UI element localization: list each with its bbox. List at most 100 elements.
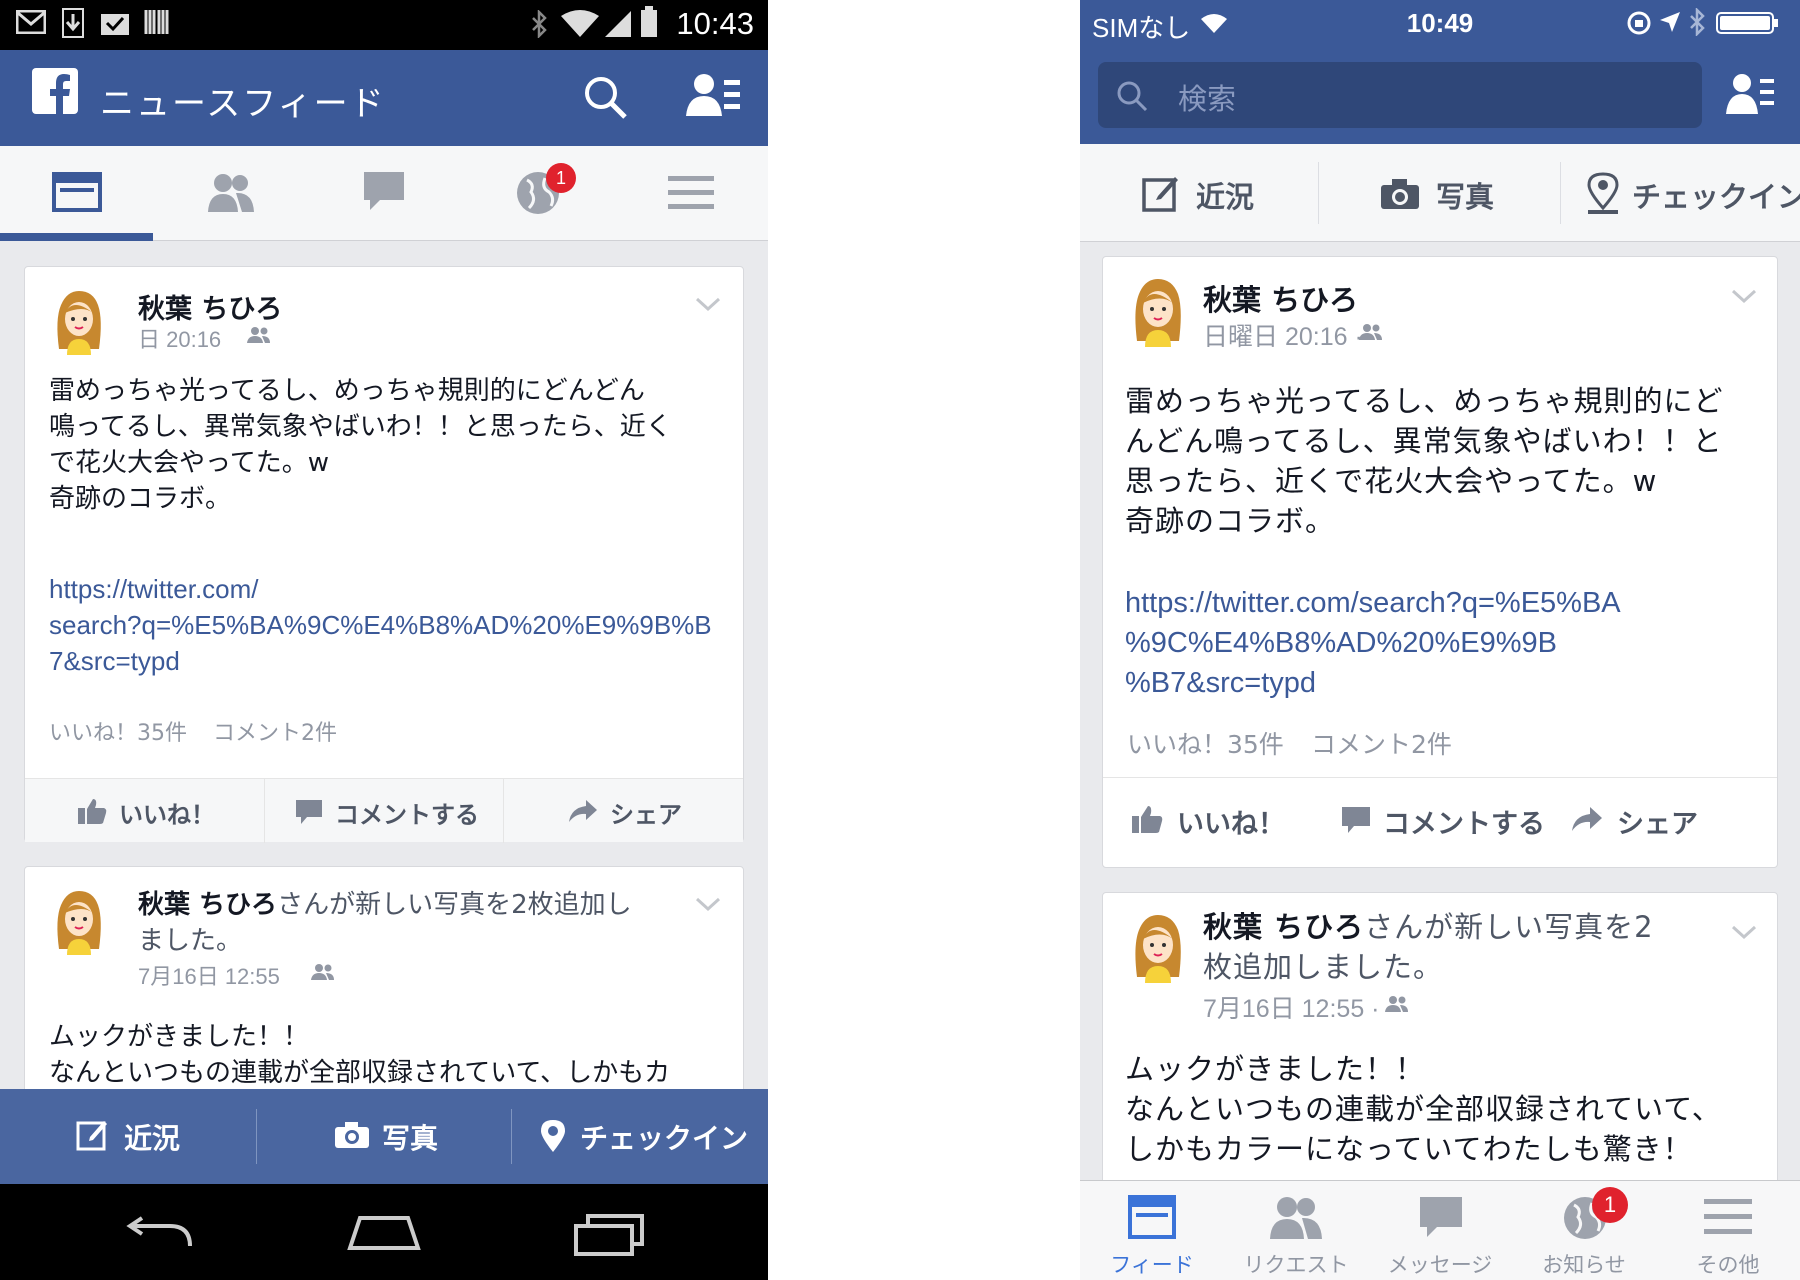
android-status-bar: 10:43: [0, 0, 768, 50]
friends-icon: [1270, 1197, 1322, 1239]
post-timestamp[interactable]: 7月16日 12:55 ·: [1203, 989, 1380, 1025]
notification-badge: 1: [1592, 1187, 1628, 1223]
battery-icon: [1716, 12, 1778, 34]
post-headline: 秋葉 ちひろさんが新しい写真を2 枚追加しました。: [1203, 907, 1654, 987]
post-author-name[interactable]: 秋葉 ちひろ: [138, 287, 282, 326]
friends-audience-icon: [1385, 996, 1408, 1012]
composer-bar: 近況 写真 チェックイン: [1080, 144, 1800, 242]
barcode-icon: [144, 10, 169, 34]
search-placeholder: 検索: [1178, 82, 1237, 116]
chevron-down-icon[interactable]: [1731, 289, 1757, 305]
tab-feed-label: フィード: [1110, 1253, 1194, 1277]
like-label: いいね！: [1177, 809, 1285, 840]
recent-apps-icon[interactable]: [574, 1212, 646, 1256]
orientation-lock-icon: [1627, 11, 1651, 35]
post-link-line[interactable]: search?q=%E5%BA%9C%E4%B8%AD%20%E9%9B%B: [49, 607, 712, 643]
post-headline-text: 枚追加しました。: [1203, 950, 1444, 984]
hamburger-menu-icon: [1704, 1199, 1752, 1234]
post-text-line: 雷めっちゃ光ってるし、めっちゃ規則的にど: [1125, 384, 1724, 418]
chevron-down-icon[interactable]: [1731, 925, 1757, 941]
share-label: シェア: [610, 801, 682, 829]
post-headline-text: ました。: [138, 926, 243, 956]
post-link-line[interactable]: %9C%E4%B8%AD%20%E9%9B: [1125, 623, 1621, 663]
comment-count[interactable]: コメント2件: [1311, 725, 1452, 761]
comment-button[interactable]: コメントする: [264, 779, 503, 843]
status-update-label: 近況: [1196, 180, 1255, 214]
ios-tab-bar: フィード リクエスト メッセージ 1 お知らせ その他: [1080, 1180, 1800, 1280]
search-icon[interactable]: [582, 74, 628, 120]
tab-notifications[interactable]: 1 お知らせ: [1512, 1181, 1656, 1280]
post-action-bar: いいね！ コメントする シェア: [1103, 777, 1777, 867]
tab-more-label: その他: [1696, 1253, 1760, 1277]
comment-icon: [296, 800, 322, 824]
post-author-name[interactable]: 秋葉 ちひろ: [138, 890, 277, 920]
task-icon: [101, 14, 129, 35]
author-avatar[interactable]: [1131, 913, 1185, 983]
post-link-line[interactable]: 7&src=typd: [49, 643, 712, 679]
wifi-icon: [561, 10, 599, 37]
tab-menu[interactable]: [612, 146, 765, 241]
chevron-down-icon[interactable]: [695, 897, 721, 913]
post-body: ムックがきました！！ なんといつもの連載が全部収録されていて、しかもカ: [49, 1019, 670, 1091]
tab-news-feed[interactable]: [0, 146, 153, 241]
author-avatar[interactable]: [53, 889, 105, 955]
like-count[interactable]: いいね！35件: [1127, 725, 1284, 761]
location-pin-icon: [541, 1120, 565, 1152]
android-tab-bar: 1: [0, 146, 768, 241]
like-count[interactable]: いいね！35件: [49, 715, 187, 747]
share-button[interactable]: シェア: [503, 779, 742, 843]
android-composer-bar: 近況 写真 チェックイン: [0, 1089, 768, 1184]
android-app-header: ニュースフィード: [0, 50, 768, 146]
post-link[interactable]: https://twitter.com/search?q=%E5%BA %9C%…: [1125, 583, 1621, 703]
post-text-line: ムックがきました！！: [49, 1022, 310, 1052]
post-link[interactable]: https://twitter.com/ search?q=%E5%BA%9C%…: [49, 571, 712, 679]
android-screen: 10:43 ニュースフィード 1 秋葉 ちひろ 日 20:16 雷めっちゃ光って…: [0, 0, 768, 1280]
divider: [1318, 162, 1319, 224]
back-icon[interactable]: [124, 1216, 194, 1252]
post-body: 雷めっちゃ光ってるし、めっちゃ規則的にどんどん 鳴ってるし、異常気象やばいわ！！…: [49, 373, 672, 517]
hamburger-menu-icon: [668, 176, 714, 209]
home-icon[interactable]: [346, 1214, 422, 1254]
post-link-line[interactable]: https://twitter.com/: [49, 571, 712, 607]
tab-messages[interactable]: [306, 146, 459, 241]
friend-requests-icon[interactable]: [686, 72, 742, 118]
thumbs-up-icon: [78, 799, 107, 824]
divider: [511, 1109, 512, 1164]
post-timestamp[interactable]: 日 20:16: [138, 322, 221, 354]
tab-requests[interactable]: リクエスト: [1224, 1181, 1368, 1280]
location-arrow-icon: [1660, 12, 1680, 32]
post-text-line: 思ったら、近くで花火大会やってた。w: [1125, 464, 1658, 498]
news-feed-icon: [1128, 1195, 1176, 1239]
post-link-line[interactable]: https://twitter.com/search?q=%E5%BA: [1125, 583, 1621, 623]
tab-friend-requests[interactable]: [153, 146, 306, 241]
post-card: 秋葉 ちひろ 日 20:16 雷めっちゃ光ってるし、めっちゃ規則的にどんどん 鳴…: [24, 266, 744, 843]
post-link-line[interactable]: %B7&src=typd: [1125, 663, 1621, 703]
post-body: ムックがきました！！ なんといつもの連載が全部収録されていて、 しかもカラーにな…: [1125, 1049, 1722, 1169]
tab-notifications[interactable]: 1: [459, 146, 612, 241]
tab-messages[interactable]: メッセージ: [1368, 1181, 1512, 1280]
battery-icon: [641, 6, 657, 37]
post-text-line: なんといつもの連載が全部収録されていて、: [1125, 1092, 1722, 1126]
tab-feed[interactable]: フィード: [1080, 1181, 1224, 1280]
author-avatar[interactable]: [1131, 277, 1185, 347]
post-author-name[interactable]: 秋葉 ちひろ: [1203, 277, 1358, 319]
tab-notifications-label: お知らせ: [1542, 1253, 1626, 1277]
tab-requests-label: リクエスト: [1243, 1253, 1349, 1277]
friend-requests-icon[interactable]: [1726, 72, 1776, 116]
post-timestamp[interactable]: 7月16日 12:55: [138, 959, 280, 991]
chevron-down-icon[interactable]: [695, 297, 721, 313]
post-card: 秋葉 ちひろ 日曜日 20:16 · 雷めっちゃ光ってるし、めっちゃ規則的にど …: [1102, 256, 1778, 868]
author-avatar[interactable]: [53, 289, 105, 355]
post-timestamp[interactable]: 日曜日 20:16 ·: [1203, 317, 1363, 353]
divider: [256, 1109, 257, 1164]
post-author-name[interactable]: 秋葉 ちひろ: [1203, 910, 1364, 944]
like-button[interactable]: いいね！: [25, 779, 264, 843]
comment-count[interactable]: コメント2件: [213, 715, 337, 747]
search-bar[interactable]: 検索: [1098, 62, 1702, 128]
like-label: いいね！: [119, 801, 215, 829]
friends-icon: [208, 174, 254, 212]
gmail-icon: [16, 10, 46, 34]
post-text-line: んどん鳴ってるし、異常気象やばいわ！！と: [1125, 424, 1723, 458]
comment-icon: [1342, 807, 1370, 833]
tab-more[interactable]: その他: [1656, 1181, 1800, 1280]
